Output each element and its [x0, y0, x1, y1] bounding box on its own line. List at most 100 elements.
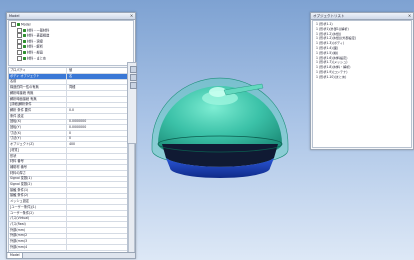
property-name: 接触 条件(1): [10, 187, 67, 193]
panel-statusbar: Model: [7, 252, 135, 258]
tree-item-label: 材料・解析: [27, 44, 43, 49]
folder-icon: [23, 56, 26, 60]
tree-item[interactable]: 材料・一般材料: [17, 27, 50, 33]
expand-icon[interactable]: [17, 38, 22, 44]
property-name: 材料の厚さ: [10, 170, 67, 176]
property-name: パス(Real): [10, 221, 67, 227]
property-name: 寸法(Y): [10, 136, 67, 142]
property-value[interactable]: [69, 102, 125, 107]
property-value[interactable]: [69, 182, 125, 187]
property-value[interactable]: [69, 222, 125, 227]
property-name: ユーザー条件(2): [10, 210, 67, 216]
property-value[interactable]: [69, 193, 125, 198]
property-value[interactable]: [69, 188, 125, 193]
object-list-item[interactable]: 1 (形状1-10)(まとめ): [316, 75, 346, 80]
object-list-title: オブジェクトリスト: [311, 13, 413, 20]
property-name: 補助材 番号: [10, 164, 67, 170]
property-value[interactable]: [69, 114, 125, 119]
property-value[interactable]: [69, 91, 125, 96]
close-icon[interactable]: ×: [129, 13, 134, 19]
property-value[interactable]: [69, 176, 125, 181]
expand-icon[interactable]: [17, 33, 22, 39]
3d-viewport[interactable]: [140, 40, 300, 200]
tree-item[interactable]: 材料・表面構造: [17, 33, 50, 39]
folder-icon: [23, 34, 26, 38]
tree-item-label: 材料・溶接: [27, 39, 43, 44]
property-name: Signal 変数(1): [10, 176, 67, 182]
property-value[interactable]: [69, 154, 125, 159]
property-name: 解析時接続 有無: [10, 90, 67, 96]
property-name: 名前: [10, 79, 67, 85]
tree-item[interactable]: 材料・部品: [17, 50, 43, 55]
property-name: 外部(mm)3: [10, 239, 67, 244]
property-value[interactable]: [69, 79, 125, 84]
dome-top-knob: [209, 87, 227, 97]
folder-icon: [23, 51, 26, 54]
property-value[interactable]: [69, 159, 125, 164]
property-name: ボディ オブジェクト: [10, 73, 67, 79]
property-name: [材質]: [10, 147, 67, 153]
folder-icon: [23, 39, 26, 43]
property-value[interactable]: 0.0: [69, 108, 125, 113]
property-value[interactable]: [69, 199, 125, 204]
property-value[interactable]: 0: [69, 131, 125, 136]
property-name: 外部(mm)2: [10, 233, 67, 239]
property-name: [ユーザー条件](1): [10, 204, 67, 210]
property-value[interactable]: [69, 233, 125, 238]
model-panel-title: Model: [7, 13, 135, 20]
tree-item-label: Model: [21, 22, 31, 27]
status-tab[interactable]: Model: [8, 253, 23, 258]
property-name: [詳細]解析条件: [10, 102, 67, 108]
property-value[interactable]: [69, 171, 125, 176]
property-value[interactable]: [69, 97, 125, 102]
property-name: 材料 番号: [10, 159, 67, 165]
property-value[interactable]: 名: [69, 74, 125, 79]
close-icon[interactable]: ×: [407, 13, 412, 19]
folder-icon: [23, 45, 26, 49]
property-value[interactable]: [69, 211, 125, 216]
tree-item-label: 材料・部品: [27, 50, 43, 55]
side-toolbar: [127, 62, 137, 144]
filter-icon[interactable]: [129, 82, 137, 89]
expand-icon[interactable]: [11, 22, 16, 27]
expand-icon[interactable]: [17, 55, 22, 61]
property-name: プロパティ: [10, 68, 67, 73]
model-panel: Model × Model 材料・一般材料 材料・表面構造 材料・溶接 材料・解析 材料・…: [6, 12, 136, 259]
tree-item[interactable]: 材料・まとめ: [17, 55, 47, 61]
tree-item-label: 材料・一般材料: [27, 28, 50, 33]
property-value[interactable]: [69, 239, 125, 244]
tree-item-label: 材料・まとめ: [27, 56, 47, 61]
property-value[interactable]: 0.0000000: [69, 119, 125, 124]
property-value[interactable]: 0: [69, 136, 125, 141]
property-name: 外部(mm)4: [10, 244, 67, 250]
property-name: 構造的同一性の有無: [10, 85, 67, 91]
property-value[interactable]: [69, 228, 125, 233]
expand-icon[interactable]: [17, 44, 22, 50]
property-value[interactable]: 同種: [69, 85, 125, 90]
property-row[interactable]: 外部(mm)4: [9, 244, 127, 251]
pin-icon[interactable]: [129, 66, 137, 73]
property-name: 条件 設定: [10, 113, 67, 119]
object-list-panel: オブジェクトリスト × 1 (形状1-1) 1 (形状1)(外部1)(解析) 1 (…: [310, 12, 414, 150]
expand-icon[interactable]: [17, 27, 22, 33]
property-value[interactable]: [69, 216, 125, 221]
property-name: 解析時面接続 有無: [10, 96, 67, 102]
sort-icon[interactable]: [129, 74, 137, 81]
tree-item-label: 材料・表面構造: [27, 33, 50, 38]
object-list: 1 (形状1-1) 1 (形状1)(外部1)(解析) 1 (形状1-2)(材質) 1 …: [312, 20, 412, 148]
property-value[interactable]: 値: [69, 68, 125, 73]
property-value[interactable]: [69, 205, 125, 210]
expand-icon[interactable]: [17, 50, 22, 55]
property-name: 形状: [10, 153, 67, 159]
property-value[interactable]: 400: [69, 142, 125, 147]
property-value[interactable]: [69, 148, 125, 153]
property-grid: プロパティ値ボディ オブジェクト名名前 構造的同一性の有無 同種 解析時接続 有無 解析…: [8, 67, 128, 253]
tree-item[interactable]: 材料・溶接: [17, 38, 43, 44]
property-name: 解析 条件 要件: [10, 107, 67, 113]
property-value[interactable]: [69, 165, 125, 170]
property-value[interactable]: 0.0000000: [69, 125, 125, 130]
property-name: Signal 変数(2): [10, 182, 67, 187]
tree-item[interactable]: Model: [11, 22, 31, 27]
property-value[interactable]: [69, 245, 125, 250]
tree-item[interactable]: 材料・解析: [17, 44, 43, 50]
